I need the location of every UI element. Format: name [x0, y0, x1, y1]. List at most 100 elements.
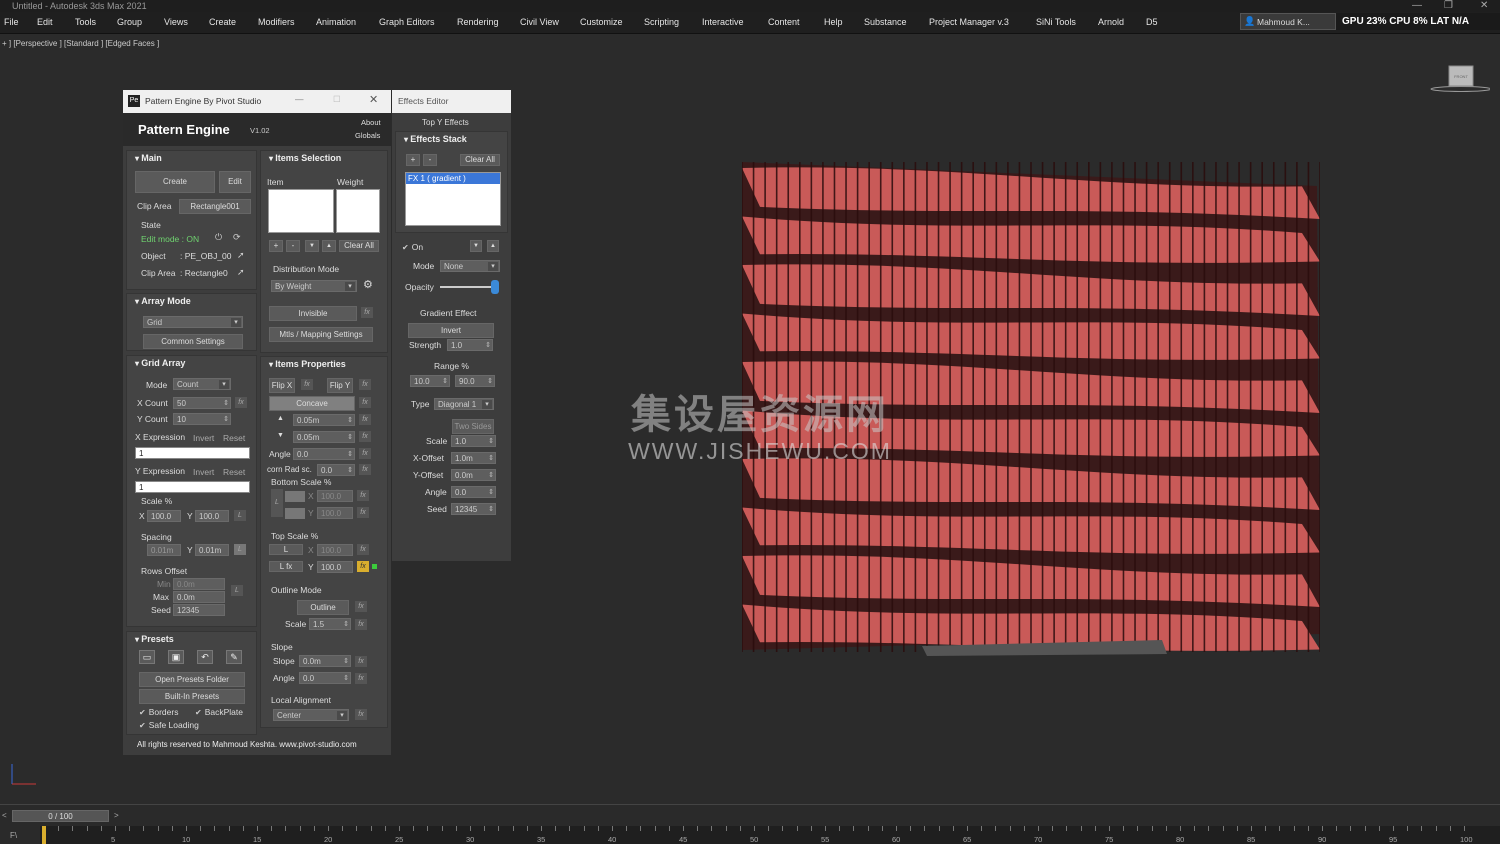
close-button[interactable]: ✕ [1480, 0, 1488, 12]
slope-angle-fx-button[interactable]: fx [355, 673, 367, 684]
menu-content[interactable]: Content [768, 17, 800, 27]
effects-stack-header[interactable]: Effects Stack [404, 134, 467, 144]
y-count-field[interactable]: 10 ⇕ [173, 413, 231, 425]
x-expr-reset-button[interactable]: Reset [223, 433, 245, 443]
pe-window-titlebar[interactable]: Pe Pattern Engine By Pivot Studio — ☐ ✕ [123, 90, 391, 113]
spacing-x-field[interactable]: 0.01m [147, 544, 181, 556]
menu-modifiers[interactable]: Modifiers [258, 17, 295, 27]
pick-object-icon[interactable]: ➚ [237, 250, 245, 261]
top-scale-y-fx-button-active[interactable]: fx [357, 561, 369, 572]
fx-seed-field[interactable]: 12345 ⇕ [451, 503, 496, 515]
menu-civil-view[interactable]: Civil View [520, 17, 559, 27]
globals-link[interactable]: Globals [355, 131, 380, 140]
concave-bottom-field[interactable]: 0.05m ⇕ [293, 431, 355, 443]
concave-top-field[interactable]: 0.05m ⇕ [293, 414, 355, 426]
borders-checkbox[interactable]: Borders [139, 707, 179, 717]
scale-x-field[interactable]: 100.0 [147, 510, 181, 522]
concave-bottom-fx-button[interactable]: fx [359, 431, 371, 442]
about-link[interactable]: About [361, 118, 381, 127]
grid-array-header[interactable]: Grid Array [135, 358, 185, 368]
menu-create[interactable]: Create [209, 17, 236, 27]
menu-substance[interactable]: Substance [864, 17, 907, 27]
top-scale-lfx-button[interactable]: L fx [269, 561, 303, 572]
common-settings-button[interactable]: Common Settings [143, 334, 243, 349]
create-button[interactable]: Create [135, 171, 215, 193]
maximize-button[interactable]: ❐ [1444, 0, 1453, 12]
top-scale-lock-button[interactable]: L [269, 544, 303, 555]
flip-x-fx-button[interactable]: fx [301, 379, 313, 390]
bottom-scale-y-fx-button[interactable]: fx [357, 507, 369, 518]
safe-loading-checkbox[interactable]: Safe Loading [139, 720, 199, 730]
menu-d5[interactable]: D5 [1146, 17, 1158, 27]
backplate-checkbox[interactable]: BackPlate [195, 707, 243, 717]
y-expr-reset-button[interactable]: Reset [223, 467, 245, 477]
spinner-icon[interactable]: ⇕ [347, 432, 353, 442]
invisible-fx-button[interactable]: fx [361, 307, 373, 318]
items-properties-header[interactable]: Items Properties [269, 359, 346, 369]
prev-frame-button[interactable]: < [2, 811, 7, 820]
next-frame-button[interactable]: > [114, 811, 119, 820]
pe-close-button[interactable]: ✕ [369, 93, 378, 106]
top-scale-x-fx-button[interactable]: fx [357, 544, 369, 555]
corner-radius-fx-button[interactable]: fx [359, 464, 371, 475]
local-alignment-fx-button[interactable]: fx [355, 709, 367, 720]
item-list[interactable] [268, 189, 334, 233]
main-header[interactable]: Main [135, 153, 162, 163]
pick-clip-icon[interactable]: ➚ [237, 267, 245, 278]
spinner-icon[interactable]: ⇕ [488, 470, 494, 480]
spinner-icon[interactable]: ⇕ [488, 436, 494, 446]
remove-effect-button[interactable]: - [423, 154, 437, 166]
bottom-scale-x-fx-button[interactable]: fx [357, 490, 369, 501]
open-presets-folder-button[interactable]: Open Presets Folder [139, 672, 245, 687]
outline-scale-field[interactable]: 1.5 ⇕ [309, 618, 351, 630]
corner-radius-field[interactable]: 0.0 ⇕ [317, 464, 355, 476]
menu-project-manager-v-3[interactable]: Project Manager v.3 [929, 17, 1009, 27]
user-account-button[interactable]: 👤 Mahmoud K... [1240, 13, 1336, 30]
two-sides-button[interactable]: Two Sides [452, 419, 494, 434]
grid-mode-select[interactable]: Count ▾ [173, 378, 231, 390]
range-min-field[interactable]: 10.0 ⇕ [410, 375, 450, 387]
minimize-button[interactable]: — [1412, 0, 1422, 12]
spinner-icon[interactable]: ⇕ [488, 453, 494, 463]
y-expr-invert-button[interactable]: Invert [193, 467, 214, 477]
slope-angle-field[interactable]: 0.0 ⇕ [299, 672, 351, 684]
menu-graph-editors[interactable]: Graph Editors [379, 17, 435, 27]
effects-tabs[interactable]: Top Y Effects [422, 118, 469, 127]
spinner-icon[interactable]: ⇕ [488, 487, 494, 497]
top-scale-x-field[interactable]: 100.0 [317, 544, 353, 556]
add-effect-button[interactable]: + [406, 154, 420, 166]
viewcube[interactable]: FRONT [1428, 62, 1490, 92]
spinner-icon[interactable]: ⇕ [223, 398, 229, 408]
outline-fx-button[interactable]: fx [355, 601, 367, 612]
fx-window-title[interactable]: Effects Editor [392, 90, 511, 113]
menu-sini-tools[interactable]: SiNi Tools [1036, 17, 1076, 27]
x-expression-input[interactable]: 1 [135, 447, 250, 459]
flip-y-fx-button[interactable]: fx [359, 379, 371, 390]
menu-help[interactable]: Help [824, 17, 843, 27]
flip-x-button[interactable]: Flip X [269, 378, 295, 393]
slope-fx-button[interactable]: fx [355, 656, 367, 667]
slope-field[interactable]: 0.0m ⇕ [299, 655, 351, 667]
spinner-icon[interactable]: ⇕ [343, 673, 349, 683]
angle-field[interactable]: 0.0 ⇕ [293, 448, 355, 460]
y-expression-input[interactable]: 1 [135, 481, 250, 493]
offset-lock-button[interactable]: L [231, 585, 243, 596]
fx-scale-field[interactable]: 1.0 ⇕ [451, 435, 496, 447]
spacing-y-field[interactable]: 0.01m [195, 544, 229, 556]
spinner-icon[interactable]: ⇕ [485, 340, 491, 350]
undo-icon[interactable]: ↶ [197, 650, 213, 664]
edit-button[interactable]: Edit [219, 171, 251, 193]
move-down-button[interactable]: ▼ [305, 240, 319, 252]
mtls-mapping-button[interactable]: Mtls / Mapping Settings [269, 327, 373, 342]
effect-on-checkbox[interactable]: On [402, 242, 423, 252]
clear-effects-button[interactable]: Clear All [460, 154, 500, 166]
power-icon[interactable]: ⏻ [215, 232, 222, 243]
x-count-fx-button[interactable]: fx [235, 397, 247, 408]
items-selection-header[interactable]: Items Selection [269, 153, 341, 163]
array-mode-header[interactable]: Array Mode [135, 296, 191, 306]
menu-rendering[interactable]: Rendering [457, 17, 499, 27]
scale-y-field[interactable]: 100.0 [195, 510, 229, 522]
strength-field[interactable]: 1.0 ⇕ [447, 339, 493, 351]
outline-scale-fx-button[interactable]: fx [355, 619, 367, 630]
menu-tools[interactable]: Tools [75, 17, 96, 27]
